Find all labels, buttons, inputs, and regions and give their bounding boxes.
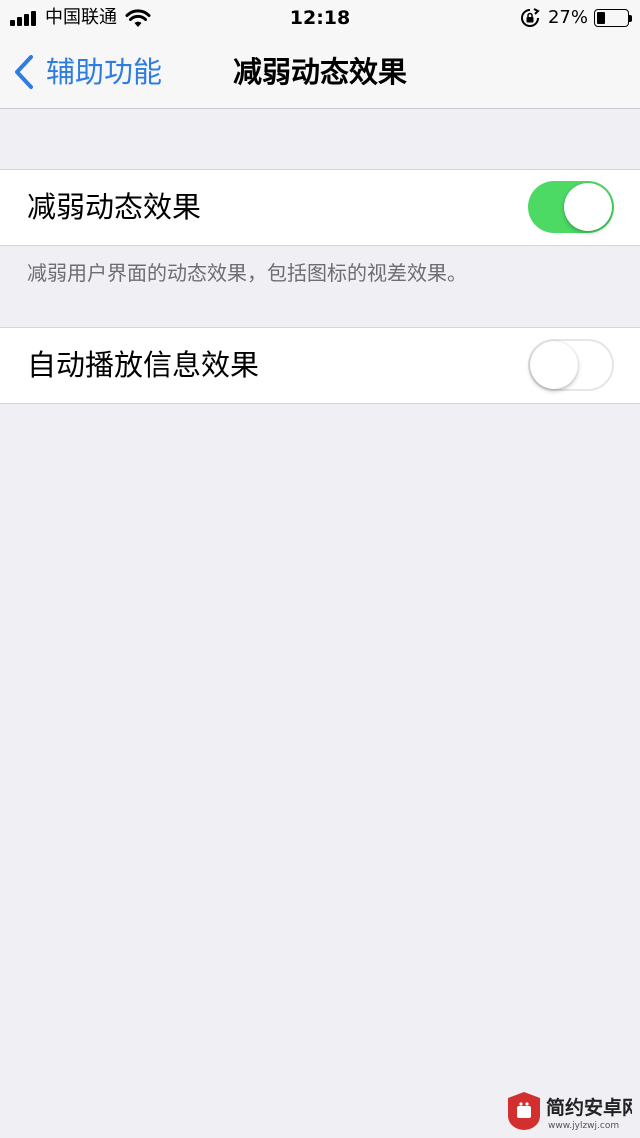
navigation-bar: 辅助功能 减弱动态效果 [0,38,640,109]
rotation-lock-icon [521,8,540,27]
auto-play-effects-row[interactable]: 自动播放信息效果 [0,328,640,403]
reduce-motion-footer: 减弱用户界面的动态效果，包括图标的视差效果。 [27,261,467,285]
page-title: 减弱动态效果 [232,55,407,89]
svg-text:简约安卓网: 简约安卓网 [546,1096,632,1119]
auto-play-effects-toggle[interactable] [528,339,614,391]
reduce-motion-row[interactable]: 减弱动态效果 [0,170,640,245]
settings-group-auto-play: 自动播放信息效果 [0,327,640,404]
battery-icon [594,9,632,27]
settings-group-reduce-motion: 减弱动态效果 [0,169,640,246]
status-bar: 中国联通 12:18 27% [0,0,640,38]
battery-percent: 27% [547,7,588,28]
toggle-knob [530,341,578,389]
reduce-motion-label: 减弱动态效果 [27,190,202,224]
toggle-knob [564,183,612,231]
auto-play-effects-label: 自动播放信息效果 [27,348,260,382]
watermark-logo: 简约安卓网 www.jylzwj.com [508,1092,632,1131]
battery-level-fill [597,12,605,24]
reduce-motion-toggle[interactable] [528,181,614,233]
status-right: 27% [520,6,632,30]
svg-text:www.jylzwj.com: www.jylzwj.com [548,1121,619,1131]
